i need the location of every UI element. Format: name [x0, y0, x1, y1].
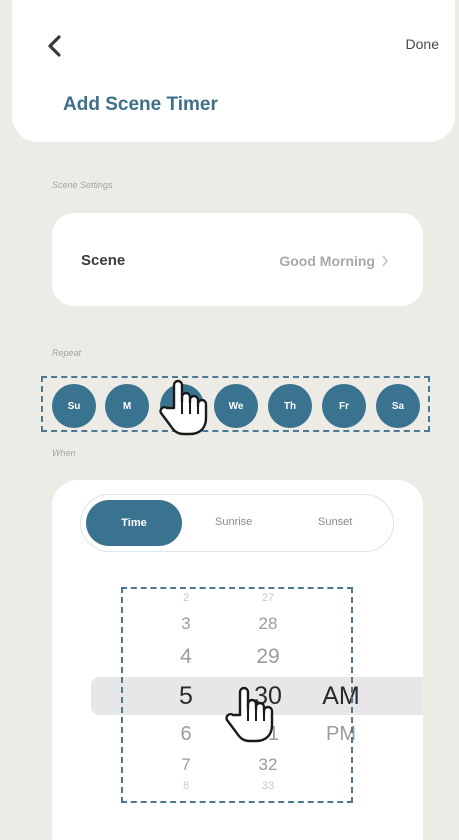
- done-button[interactable]: Done: [406, 36, 439, 52]
- tab-sunset[interactable]: Sunset: [318, 516, 352, 528]
- scene-value: Good Morning: [279, 253, 375, 269]
- when-label: When: [52, 448, 76, 458]
- chevron-left-icon[interactable]: [46, 34, 64, 58]
- day-button-su[interactable]: Su: [52, 384, 96, 428]
- tab-time[interactable]: Time: [86, 500, 182, 546]
- chevron-right-icon: [382, 255, 389, 267]
- repeat-label: Repeat: [52, 348, 82, 358]
- day-button-m[interactable]: M: [105, 384, 149, 428]
- day-button-tu[interactable]: [160, 384, 204, 428]
- day-button-th[interactable]: Th: [268, 384, 312, 428]
- scene-settings-label: Scene Settings: [52, 180, 113, 190]
- picker-highlight-outline: [121, 587, 353, 803]
- scene-label: Scene: [81, 252, 126, 269]
- page-title: Add Scene Timer: [63, 94, 218, 115]
- day-button-fr[interactable]: Fr: [322, 384, 366, 428]
- scene-row[interactable]: Scene Good Morning: [52, 213, 423, 306]
- header-card: Done Add Scene Timer: [12, 0, 455, 142]
- day-button-sa[interactable]: Sa: [376, 384, 420, 428]
- tab-sunrise[interactable]: Sunrise: [215, 516, 252, 528]
- day-button-we[interactable]: We: [214, 384, 258, 428]
